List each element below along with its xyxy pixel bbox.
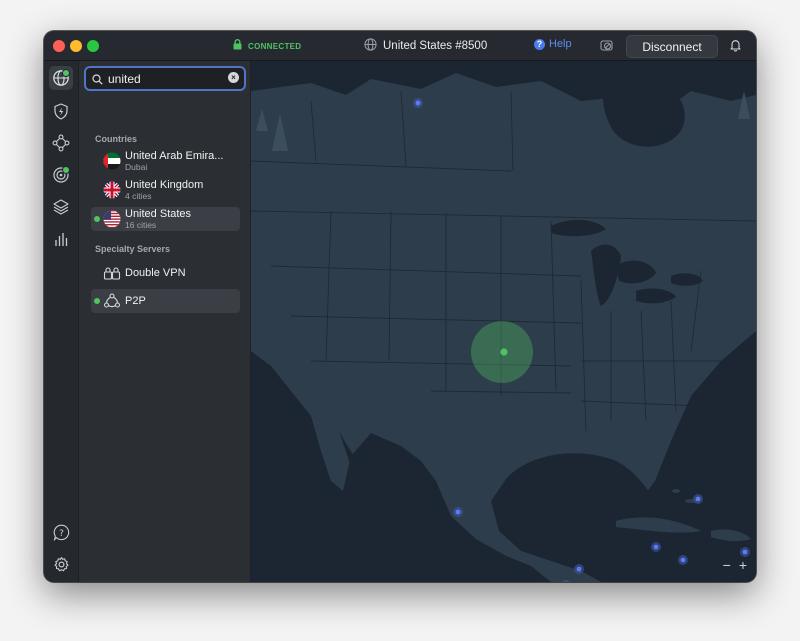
clear-search-button[interactable]: × [228, 72, 239, 83]
disconnect-button[interactable]: Disconnect [626, 35, 718, 58]
specialty-name: Double VPN [125, 267, 186, 279]
nav-rail: ? [44, 61, 79, 582]
country-cities: 4 cities [125, 191, 152, 201]
specialty-row-p2p[interactable]: P2P [91, 289, 240, 313]
connected-indicator [94, 216, 100, 222]
help-icon: ? [534, 38, 545, 50]
threat-protection-icon [600, 40, 613, 51]
nav-specialty-servers-button[interactable] [49, 195, 73, 219]
country-cities: 16 cities [125, 220, 157, 230]
titlebar: CONNECTED United States #8500 ? Help Dis… [44, 31, 756, 61]
zoom-in-button[interactable]: + [739, 557, 747, 573]
flag-uk-icon [103, 181, 121, 199]
svg-text:?: ? [59, 529, 64, 539]
lock-icon [233, 37, 242, 55]
server-map[interactable]: − + [251, 61, 756, 582]
close-window-button[interactable] [53, 40, 65, 52]
gear-icon [53, 556, 69, 571]
globe-icon [364, 38, 377, 54]
nav-countries-button[interactable] [49, 66, 73, 90]
connection-status-text: CONNECTED [248, 41, 302, 51]
zoom-window-button[interactable] [87, 40, 99, 52]
double-vpn-icon [103, 264, 121, 282]
connection-status: CONNECTED [233, 39, 301, 53]
nav-meshnet-button[interactable] [49, 131, 73, 155]
country-row-uk[interactable]: United Kingdom 4 cities [91, 178, 240, 202]
nav-help-button[interactable]: ? [49, 520, 73, 544]
notifications-button[interactable] [729, 38, 742, 57]
flag-us-icon [103, 210, 121, 228]
app-window: CONNECTED United States #8500 ? Help Dis… [44, 31, 756, 582]
nav-statistics-button[interactable] [49, 227, 73, 251]
p2p-icon [103, 292, 121, 310]
flag-uae-icon [103, 152, 121, 170]
threat-protection-status-button[interactable] [599, 38, 614, 58]
shield-bolt-icon [54, 102, 68, 120]
country-cities: Dubai [125, 162, 148, 172]
nav-settings-button[interactable] [49, 552, 73, 576]
monitor-badge [62, 166, 70, 174]
country-row-us[interactable]: United States 16 cities [91, 207, 240, 231]
connected-badge [62, 69, 70, 77]
help-link[interactable]: ? Help [534, 38, 572, 50]
bar-chart-icon [55, 233, 68, 246]
current-server: United States #8500 [364, 38, 487, 54]
search-icon [92, 72, 103, 90]
minimize-window-button[interactable] [70, 40, 82, 52]
nav-threat-protection-button[interactable] [49, 99, 73, 123]
specialty-heading: Specialty Servers [95, 244, 171, 254]
server-panel: × Countries United Arab Emira... Dubai U… [79, 61, 251, 582]
specialty-row-double-vpn[interactable]: Double VPN [91, 261, 240, 285]
countries-heading: Countries [95, 134, 138, 144]
meshnet-icon [52, 134, 70, 152]
zoom-out-button[interactable]: − [723, 557, 731, 573]
bell-icon [730, 40, 741, 52]
country-name: United Kingdom [125, 179, 204, 191]
nav-dark-web-monitor-button[interactable] [49, 163, 73, 187]
current-server-label: United States #8500 [383, 40, 488, 52]
country-name: United States [125, 208, 192, 220]
connected-server-pin [500, 348, 508, 356]
map-canvas [251, 61, 756, 582]
country-name: United Arab Emira... [125, 150, 224, 162]
country-row-uae[interactable]: United Arab Emira... Dubai [91, 149, 240, 173]
map-zoom-controls: − + [723, 557, 747, 573]
connected-indicator [94, 298, 100, 304]
search-box[interactable]: × [84, 66, 246, 91]
layers-icon [53, 199, 69, 215]
search-input[interactable] [108, 69, 226, 88]
specialty-name: P2P [125, 295, 146, 307]
question-bubble-icon: ? [53, 524, 69, 541]
help-label: Help [549, 38, 572, 50]
